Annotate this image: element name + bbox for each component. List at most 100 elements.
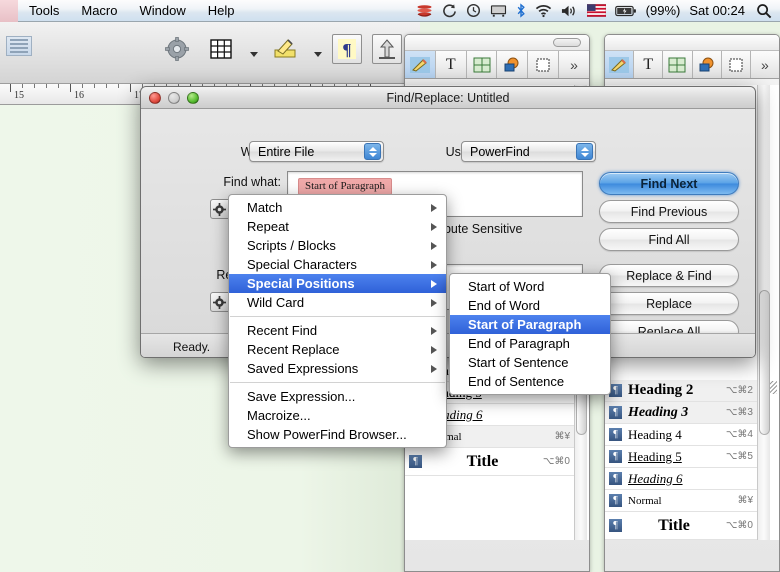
- indent-tool-button[interactable]: [372, 34, 402, 64]
- pilcrow-tool-button[interactable]: ¶: [332, 34, 362, 64]
- find-previous-button[interactable]: Find Previous: [599, 200, 739, 223]
- menu-item-label: Show PowerFind Browser...: [247, 427, 407, 442]
- menu-item-special-positions[interactable]: Special Positions: [229, 274, 446, 293]
- menu-item-show-powerfind-browser[interactable]: Show PowerFind Browser...: [229, 425, 446, 444]
- highlighter-dropdown-caret[interactable]: [314, 52, 322, 57]
- more-tab[interactable]: »: [751, 51, 779, 78]
- submenu-arrow-icon: [431, 280, 437, 288]
- list-item[interactable]: ¶ Heading 2 ⌥⌘2: [605, 380, 757, 402]
- menubar-item-window[interactable]: Window: [128, 0, 196, 22]
- style-shortcut: ⌥⌘5: [726, 451, 753, 462]
- text-tab[interactable]: T: [436, 51, 467, 78]
- time-machine-icon[interactable]: [466, 0, 481, 22]
- menu-item-label: Save Expression...: [247, 389, 355, 404]
- menubar-item-tools[interactable]: Tools: [18, 0, 70, 22]
- clock-glyph: [466, 3, 481, 18]
- attribute-sensitive-checkbox[interactable]: ribute Sensitive: [437, 222, 522, 236]
- menu-item-match[interactable]: Match: [229, 198, 446, 217]
- highlighter-tool-button[interactable]: [268, 32, 302, 66]
- replace-button[interactable]: Replace: [599, 292, 739, 315]
- menu-item-scripts-blocks[interactable]: Scripts / Blocks: [229, 236, 446, 255]
- table-grid-icon: [209, 37, 233, 61]
- list-item[interactable]: ¶ Heading 4 ⌥⌘4: [605, 424, 757, 446]
- shape-tab[interactable]: [528, 51, 559, 78]
- find-all-button[interactable]: Find All: [599, 228, 739, 251]
- style-shortcut: ⌥⌘4: [726, 429, 753, 440]
- volume-icon[interactable]: [561, 0, 578, 22]
- submenu-item-end-of-word[interactable]: End of Word: [450, 296, 610, 315]
- square-icon: [535, 57, 551, 73]
- list-item[interactable]: ¶ Title ⌥⌘0: [605, 512, 757, 540]
- using-popup[interactable]: PowerFind: [461, 141, 596, 162]
- menu-item-saved-expressions[interactable]: Saved Expressions: [229, 359, 446, 378]
- display-icon[interactable]: [490, 0, 507, 22]
- menu-item-label: Start of Sentence: [468, 355, 568, 370]
- ruler-number: 16: [74, 90, 84, 101]
- replace-and-find-button[interactable]: Replace & Find: [599, 264, 739, 287]
- menubar-item-help[interactable]: Help: [197, 0, 246, 22]
- chevron-updown-icon[interactable]: [576, 143, 593, 160]
- menu-item-recent-find[interactable]: Recent Find: [229, 321, 446, 340]
- color-tab[interactable]: [497, 51, 528, 78]
- scrollbar-right[interactable]: [757, 85, 770, 540]
- palette-grip-right[interactable]: [605, 35, 779, 51]
- more-tab[interactable]: »: [559, 51, 589, 78]
- list-item[interactable]: ¶ Heading 5 ⌥⌘5: [605, 446, 757, 468]
- shape-tab[interactable]: [722, 51, 751, 78]
- menu-item-wild-card[interactable]: Wild Card: [229, 293, 446, 312]
- list-item[interactable]: ¶ Heading 6: [605, 468, 757, 490]
- list-item[interactable]: ¶ Title ⌥⌘0: [405, 448, 574, 476]
- us-flag-icon[interactable]: [587, 0, 606, 22]
- close-button[interactable]: [149, 92, 161, 104]
- submenu-item-end-of-paragraph[interactable]: End of Paragraph: [450, 334, 610, 353]
- pencil-tab[interactable]: [605, 51, 634, 78]
- zoom-button[interactable]: [187, 92, 199, 104]
- color-tab[interactable]: [693, 51, 722, 78]
- submenu-arrow-icon: [431, 346, 437, 354]
- where-value: Entire File: [258, 145, 314, 159]
- red-app-icon[interactable]: [416, 0, 433, 22]
- list-item[interactable]: ¶ Normal ⌘¥: [605, 490, 757, 512]
- table-grid-tool-button[interactable]: [204, 32, 238, 66]
- table-grid-dropdown-caret[interactable]: [250, 52, 258, 57]
- sync-icon[interactable]: [442, 0, 457, 22]
- find-token[interactable]: Start of Paragraph: [298, 178, 392, 195]
- clock-text[interactable]: Sat 00:24: [689, 3, 745, 18]
- search-icon[interactable]: [754, 0, 772, 22]
- status-text: Ready.: [173, 340, 210, 354]
- pencil-tab[interactable]: [405, 51, 436, 78]
- chevron-updown-icon[interactable]: [364, 143, 381, 160]
- gear-tool-button[interactable]: [160, 32, 194, 66]
- list-item[interactable]: ¶ Heading 3 ⌥⌘3: [605, 402, 757, 424]
- red-app-glyph: [416, 3, 433, 18]
- pencil-icon: [410, 57, 430, 73]
- menu-item-recent-replace[interactable]: Recent Replace: [229, 340, 446, 359]
- special-positions-submenu: Start of Word End of Word Start of Parag…: [449, 273, 611, 395]
- find-options-context-menu: Match Repeat Scripts / Blocks Special Ch…: [228, 194, 447, 448]
- find-next-button[interactable]: Find Next: [599, 172, 739, 195]
- apple-menu[interactable]: [0, 0, 18, 22]
- palette-pill[interactable]: [553, 38, 581, 47]
- table-tab[interactable]: [467, 51, 498, 78]
- menu-item-special-characters[interactable]: Special Characters: [229, 255, 446, 274]
- submenu-item-start-of-paragraph[interactable]: Start of Paragraph: [450, 315, 610, 334]
- menubar-item-macro[interactable]: Macro: [70, 0, 128, 22]
- menu-item-save-expression[interactable]: Save Expression...: [229, 387, 446, 406]
- pilcrow-icon: ¶: [609, 428, 622, 441]
- text-tab[interactable]: T: [634, 51, 663, 78]
- menu-item-macroize[interactable]: Macroize...: [229, 406, 446, 425]
- minimize-button[interactable]: [168, 92, 180, 104]
- us-flag-glyph: [587, 4, 606, 17]
- dialog-titlebar[interactable]: Find/Replace: Untitled: [141, 87, 755, 109]
- wifi-icon[interactable]: [535, 0, 552, 22]
- where-popup[interactable]: Entire File: [249, 141, 384, 162]
- scrollbar-thumb[interactable]: [759, 290, 770, 435]
- bluetooth-icon[interactable]: [516, 0, 526, 22]
- submenu-item-start-of-sentence[interactable]: Start of Sentence: [450, 353, 610, 372]
- palette-grip-left[interactable]: [405, 35, 589, 51]
- battery-icon[interactable]: [615, 0, 637, 22]
- submenu-item-start-of-word[interactable]: Start of Word: [450, 277, 610, 296]
- menu-item-repeat[interactable]: Repeat: [229, 217, 446, 236]
- table-tab[interactable]: [663, 51, 692, 78]
- submenu-item-end-of-sentence[interactable]: End of Sentence: [450, 372, 610, 391]
